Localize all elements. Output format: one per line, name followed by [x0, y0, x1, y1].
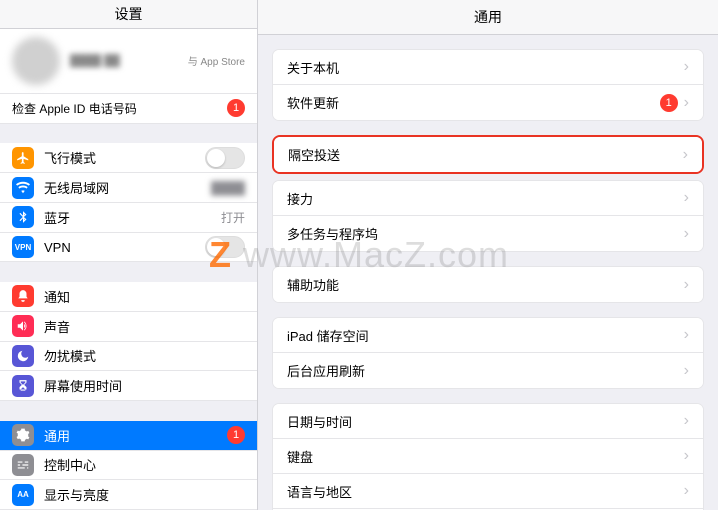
airplane-toggle[interactable] [205, 147, 245, 169]
vpn-icon: VPN [12, 236, 34, 258]
apple-id-row[interactable]: 检查 Apple ID 电话号码 1 [0, 94, 257, 124]
wifi-trail: ████ [211, 181, 245, 195]
chevron-right-icon: › [684, 412, 689, 430]
group-date: 日期与时间› 键盘› 语言与地区› 词典› [272, 403, 704, 510]
bluetooth-icon [12, 206, 34, 228]
row-language[interactable]: 语言与地区› [273, 474, 703, 509]
chevron-right-icon: › [684, 326, 689, 344]
profile-sub: 与 App Store [188, 53, 245, 68]
group-about: 关于本机› 软件更新1› [272, 49, 704, 121]
sidebar-item-airplane[interactable]: 飞行模式 [0, 143, 257, 173]
chevron-right-icon: › [684, 362, 689, 380]
row-label: 声音 [44, 317, 245, 336]
row-about[interactable]: 关于本机› [273, 50, 703, 85]
row-label: 勿扰模式 [44, 346, 245, 365]
chevron-right-icon: › [684, 58, 689, 76]
sidebar-title: 设置 [0, 0, 257, 29]
apple-id-label: 检查 Apple ID 电话号码 [12, 100, 227, 117]
row-label: 控制中心 [44, 455, 245, 474]
group-accessibility: 辅助功能› [272, 266, 704, 303]
row-date[interactable]: 日期与时间› [273, 404, 703, 439]
row-label: 飞行模式 [44, 148, 205, 167]
profile-name: ████ ██ [70, 55, 178, 67]
wifi-icon [12, 177, 34, 199]
chevron-right-icon: › [684, 482, 689, 500]
speaker-icon [12, 315, 34, 337]
sidebar-item-dnd[interactable]: 勿扰模式 [0, 342, 257, 372]
gear-icon [12, 424, 34, 446]
sidebar-item-notify[interactable]: 通知 [0, 282, 257, 312]
row-label: 通知 [44, 287, 245, 306]
bell-icon [12, 285, 34, 307]
sidebar-item-wifi[interactable]: 无线局域网 ████ [0, 173, 257, 203]
row-multitask[interactable]: 多任务与程序坞› [273, 216, 703, 251]
row-airdrop[interactable]: 隔空投送› [274, 137, 702, 172]
display-icon: AA [12, 484, 34, 506]
hourglass-icon [12, 375, 34, 397]
bluetooth-trail: 打开 [221, 209, 245, 226]
chevron-right-icon: › [684, 447, 689, 465]
chevron-right-icon: › [684, 276, 689, 294]
sidebar-item-vpn[interactable]: VPN VPN [0, 233, 257, 263]
sidebar-item-bluetooth[interactable]: 蓝牙 打开 [0, 203, 257, 233]
row-label: VPN [44, 240, 205, 255]
row-refresh[interactable]: 后台应用刷新› [273, 353, 703, 388]
row-label: 蓝牙 [44, 208, 221, 227]
vpn-toggle[interactable] [205, 236, 245, 258]
sliders-icon [12, 454, 34, 476]
sidebar-item-general[interactable]: 通用 1 [0, 421, 257, 451]
sidebar-item-display[interactable]: AA 显示与亮度 [0, 480, 257, 510]
row-label: 屏幕使用时间 [44, 376, 245, 395]
chevron-right-icon: › [684, 94, 689, 112]
sidebar-item-control[interactable]: 控制中心 [0, 451, 257, 481]
chevron-right-icon: › [684, 189, 689, 207]
airplane-icon [12, 147, 34, 169]
main-title: 通用 [258, 0, 718, 35]
row-update[interactable]: 软件更新1› [273, 85, 703, 120]
row-label: 显示与亮度 [44, 485, 245, 504]
update-badge: 1 [660, 94, 678, 112]
row-keyboard[interactable]: 键盘› [273, 439, 703, 474]
group-handoff: 接力› 多任务与程序坞› [272, 180, 704, 252]
row-label: 无线局域网 [44, 178, 211, 197]
group-airdrop: 隔空投送› [272, 135, 704, 174]
row-accessibility[interactable]: 辅助功能› [273, 267, 703, 302]
sidebar-item-screentime[interactable]: 屏幕使用时间 [0, 371, 257, 401]
row-handoff[interactable]: 接力› [273, 181, 703, 216]
chevron-right-icon: › [683, 146, 688, 164]
moon-icon [12, 345, 34, 367]
apple-id-badge: 1 [227, 99, 245, 117]
row-label: 通用 [44, 426, 227, 445]
profile-row[interactable]: ████ ██ 与 App Store [0, 29, 257, 94]
row-storage[interactable]: iPad 储存空间› [273, 318, 703, 353]
general-badge: 1 [227, 426, 245, 444]
group-storage: iPad 储存空间› 后台应用刷新› [272, 317, 704, 389]
avatar [12, 37, 60, 85]
sidebar-item-sound[interactable]: 声音 [0, 312, 257, 342]
chevron-right-icon: › [684, 225, 689, 243]
